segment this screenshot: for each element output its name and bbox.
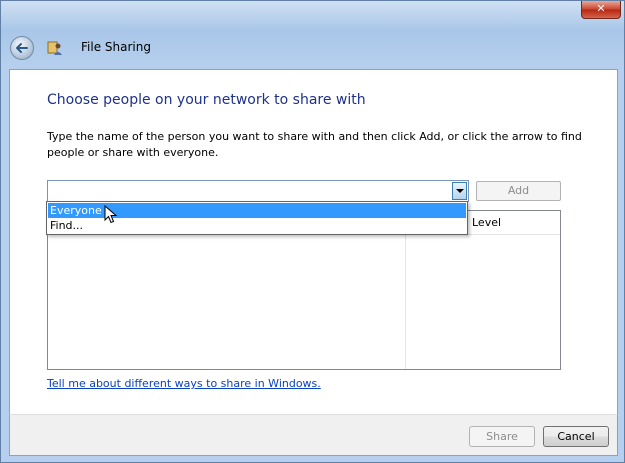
page-heading: Choose people on your network to share w… — [47, 92, 366, 108]
dialog-footer: Share Cancel — [9, 414, 618, 456]
window-title: File Sharing — [81, 40, 151, 54]
cancel-button[interactable]: Cancel — [543, 426, 609, 447]
file-sharing-icon — [47, 41, 62, 55]
share-button[interactable]: Share — [469, 426, 535, 447]
close-button[interactable]: ✕ — [581, 1, 621, 19]
help-link[interactable]: Tell me about different ways to share in… — [47, 377, 321, 390]
dropdown-arrow-icon[interactable] — [452, 182, 467, 200]
people-combobox[interactable] — [47, 180, 469, 202]
back-button[interactable] — [10, 36, 34, 60]
column-header-level[interactable]: Level — [472, 216, 501, 229]
file-sharing-window: ✕ File Sharing Choose people on your net… — [0, 0, 625, 463]
back-arrow-icon — [16, 43, 28, 53]
content-area: Choose people on your network to share w… — [9, 69, 618, 414]
close-icon: ✕ — [596, 2, 606, 15]
instructions-text: Type the name of the person you want to … — [47, 130, 582, 159]
mouse-cursor-icon — [104, 205, 118, 224]
add-button[interactable]: Add — [476, 181, 561, 201]
